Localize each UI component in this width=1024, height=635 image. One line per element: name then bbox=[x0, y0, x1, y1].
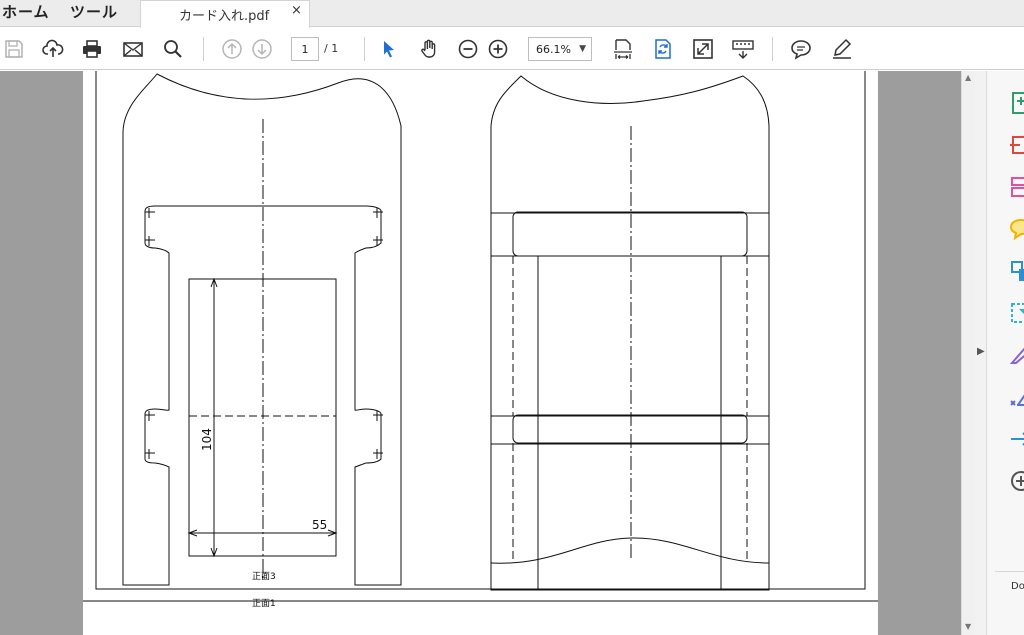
upload-icon[interactable] bbox=[41, 37, 65, 61]
fill-sign-icon[interactable] bbox=[1009, 343, 1024, 367]
scroll-up-icon[interactable]: ▲ bbox=[965, 73, 971, 82]
menu-home[interactable]: ホーム bbox=[2, 1, 50, 22]
toolbar-separator bbox=[203, 37, 204, 61]
search-icon[interactable] bbox=[161, 37, 185, 61]
right-strap-middle bbox=[512, 414, 748, 444]
menu-tools[interactable]: ツール bbox=[70, 1, 118, 22]
right-strap-top bbox=[512, 211, 748, 257]
sign-icon[interactable] bbox=[830, 37, 854, 61]
read-mode-icon[interactable] bbox=[731, 37, 755, 61]
toolbar-separator bbox=[772, 37, 773, 61]
zoom-value: 66.1% bbox=[536, 43, 571, 56]
zoom-dropdown[interactable]: 66.1% ▼ bbox=[528, 37, 592, 61]
send-icon[interactable] bbox=[1009, 427, 1024, 451]
corner-marks bbox=[145, 208, 383, 459]
page-down-icon[interactable] bbox=[250, 37, 274, 61]
save-icon[interactable] bbox=[2, 37, 26, 61]
pdf-page: 104 55 正面3 正面1 bbox=[83, 71, 878, 635]
rotate-icon[interactable] bbox=[651, 37, 675, 61]
page-total: / 1 bbox=[324, 42, 339, 55]
print-icon[interactable] bbox=[80, 37, 104, 61]
page-up-icon[interactable] bbox=[220, 37, 244, 61]
document-tab-title: カード入れ.pdf bbox=[179, 9, 270, 24]
close-tab-button[interactable]: × bbox=[291, 3, 302, 18]
right-band-lines bbox=[491, 212, 769, 445]
full-screen-icon[interactable] bbox=[691, 37, 715, 61]
drawing-frame bbox=[95, 71, 866, 590]
right-bottom-curve bbox=[490, 537, 770, 564]
comment-icon[interactable] bbox=[789, 37, 813, 61]
label-front1: 正面1 bbox=[252, 598, 276, 609]
hand-icon[interactable] bbox=[417, 37, 441, 61]
panel-divider bbox=[995, 571, 1024, 572]
drawing-canvas: 104 55 正面3 正面1 bbox=[83, 71, 878, 609]
scroll-down-icon[interactable]: ▼ bbox=[965, 622, 971, 631]
fit-page-icon[interactable] bbox=[611, 37, 635, 61]
right-inner-verticals bbox=[537, 256, 722, 590]
document-viewport[interactable]: 104 55 正面3 正面1 bbox=[0, 71, 961, 635]
organize-pages-icon[interactable] bbox=[1009, 175, 1024, 199]
dimension-vertical-label: 104 bbox=[200, 428, 214, 451]
zoom-in-icon[interactable] bbox=[486, 37, 510, 61]
left-pattern-outline bbox=[122, 73, 402, 586]
page-number-input[interactable] bbox=[291, 37, 319, 61]
label-front3: 正面3 bbox=[252, 571, 276, 582]
panel-collapse-strip[interactable]: ▶ bbox=[975, 71, 987, 635]
combine-files-icon[interactable] bbox=[1009, 259, 1024, 283]
zoom-out-icon[interactable] bbox=[456, 37, 480, 61]
panel-bottom-label: Do bbox=[1011, 581, 1024, 592]
dimension-horizontal-label: 55 bbox=[312, 518, 327, 532]
create-pdf-icon[interactable] bbox=[1009, 133, 1024, 157]
pdf-viewer-window: ホーム ツール カード入れ.pdf × / 1 bbox=[0, 0, 1024, 635]
comment-tool-icon[interactable] bbox=[1009, 217, 1024, 241]
more-tools-icon[interactable] bbox=[1009, 469, 1024, 493]
main-toolbar: / 1 66.1% ▼ bbox=[0, 28, 1024, 70]
dimension-vertical-line bbox=[210, 277, 218, 558]
vertical-scrollbar[interactable]: ▲ ▼ bbox=[961, 71, 975, 635]
chevron-down-icon: ▼ bbox=[579, 44, 586, 54]
toolbar-separator bbox=[364, 37, 365, 61]
redact-icon[interactable] bbox=[1009, 385, 1024, 409]
right-dashed-sides bbox=[512, 256, 748, 563]
expand-panel-icon[interactable]: ▶ bbox=[977, 346, 985, 357]
right-pattern-outline bbox=[490, 75, 770, 591]
tab-bar: ホーム ツール カード入れ.pdf × bbox=[0, 0, 1024, 28]
export-pdf-icon[interactable] bbox=[1009, 91, 1024, 115]
email-icon[interactable] bbox=[121, 37, 145, 61]
document-tab[interactable]: カード入れ.pdf × bbox=[140, 0, 310, 28]
select-arrow-icon[interactable] bbox=[377, 37, 401, 61]
right-tools-panel: Do bbox=[987, 71, 1024, 635]
compress-pdf-icon[interactable] bbox=[1009, 301, 1024, 325]
